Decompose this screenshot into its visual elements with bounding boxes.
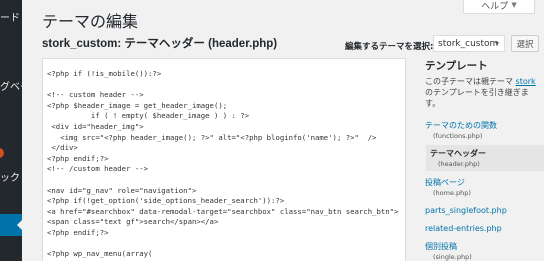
code-line: <?php if (!is_mobile()):?> [47, 69, 162, 78]
template-item-header[interactable]: テーマヘッダー (header.php) [426, 145, 544, 171]
template-name[interactable]: related-entries.php [425, 224, 544, 233]
code-line: <img src="<?php header_image(); ?>" alt=… [47, 132, 377, 142]
template-item-home[interactable]: 投稿ページ (home.php) [425, 177, 544, 197]
chevron-down-icon: ▼ [511, 1, 517, 9]
code-line: <a href="#searchbox" data-remodal-target… [47, 206, 399, 216]
help-button[interactable]: ヘルプ ▼ [463, 0, 535, 14]
sidebar-item-feedback[interactable]: ック [0, 169, 20, 184]
code-line: <nav id="g_nav" role="navigation"> [47, 185, 197, 195]
sidebar-item-dashboard[interactable]: ード [0, 9, 20, 24]
desc-after: のテンプレートを引き継ぎます。 [425, 88, 529, 108]
templates-description: この子テーマは親テーマ stork のテンプレートを引き継ぎます。 [425, 76, 543, 109]
template-name[interactable]: テーマのための関数 [425, 120, 544, 131]
code-line: <div id="header_img"> [47, 122, 144, 131]
template-item-functions[interactable]: テーマのための関数 (functions.php) [425, 120, 544, 140]
code-line: <?php $header_image = get_header_image()… [47, 100, 228, 110]
code-line: if ( ! empty( $header_image ) ) : ?> [47, 111, 250, 121]
template-name[interactable]: 個別投稿 [425, 241, 544, 252]
code-line: </div> [47, 143, 78, 153]
template-name: テーマヘッダー [430, 149, 486, 158]
file-title: stork_custom: テーマヘッダー (header.php) [42, 38, 278, 50]
select-button[interactable]: 選択 [511, 35, 539, 52]
template-file: (single.php) [433, 253, 472, 261]
templates-heading: テンプレート [425, 60, 488, 72]
desc-before: この子テーマは親テーマ [425, 77, 516, 86]
templates-panel: テンプレート この子テーマは親テーマ stork のテンプレートを引き継ぎます。… [418, 58, 544, 261]
template-item-single[interactable]: 個別投稿 (single.php) [425, 241, 544, 261]
template-file: (functions.php) [433, 132, 483, 140]
admin-sidebar: ード グベー ック [0, 0, 22, 261]
template-name[interactable]: 投稿ページ [425, 177, 544, 188]
code-line: <!-- /custom header --> [47, 164, 149, 174]
code-editor[interactable]: <?php if (!is_mobile()):?> <!-- custom he… [42, 58, 406, 261]
code-line: <?php if(!get_option('side_options_heade… [47, 196, 285, 206]
theme-select-label: 編集するテーマを選択: [345, 42, 434, 52]
code-line: <!-- custom header --> [47, 90, 144, 100]
code-line: <?php endif;?> [47, 228, 109, 237]
help-label: ヘルプ [481, 1, 509, 12]
code-line: <?php wp_nav_menu(array( [47, 249, 153, 259]
theme-select-value: stork_custom [438, 38, 499, 49]
template-item-related[interactable]: related-entries.php [425, 224, 544, 233]
template-file: (header.php) [438, 160, 480, 168]
notification-badge [0, 148, 4, 158]
template-file: (home.php) [433, 189, 471, 197]
code-line: <?php endif;?> [47, 153, 109, 163]
sidebar-item-pages[interactable]: グベー [0, 78, 22, 93]
template-item-singlefoot[interactable]: parts_singlefoot.php [425, 206, 544, 215]
chevron-down-icon: ▾ [494, 39, 499, 48]
parent-theme-link[interactable]: stork [516, 77, 536, 86]
template-name[interactable]: parts_singlefoot.php [425, 206, 544, 215]
theme-select[interactable]: stork_custom ▾ [433, 35, 505, 52]
active-indicator-arrow [17, 220, 22, 230]
code-line: <span class="text gf">search</span></a> [47, 217, 219, 227]
page-title: テーマの編集 [42, 12, 139, 31]
